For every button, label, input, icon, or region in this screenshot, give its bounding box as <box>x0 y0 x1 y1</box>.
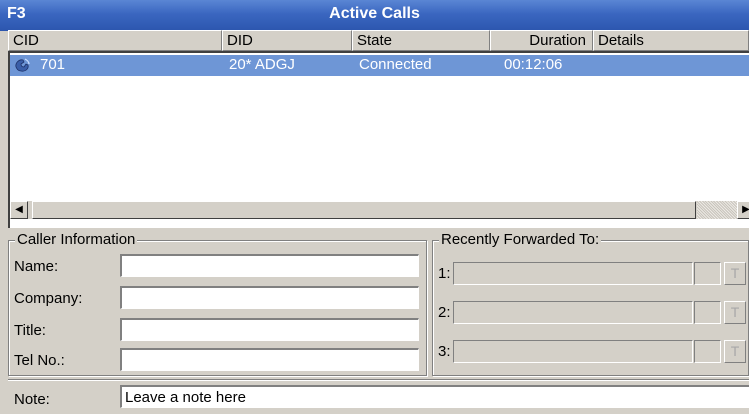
company-field[interactable] <box>120 286 419 309</box>
table-row[interactable]: 701 20* ADGJ Connected 00:12:06 <box>10 55 749 76</box>
cell-did: 20* ADGJ <box>229 56 295 73</box>
column-header-details[interactable]: Details <box>593 30 749 51</box>
column-header-did[interactable]: DID <box>222 30 352 51</box>
forward-slot-3-label: 3: <box>438 343 451 360</box>
divider <box>8 379 749 381</box>
arrow-right-icon[interactable]: ▶ <box>737 201 749 219</box>
forward-slot-1-button[interactable]: T <box>724 262 746 285</box>
recently-forwarded-legend: Recently Forwarded To: <box>439 231 602 249</box>
scroll-track[interactable] <box>697 201 737 219</box>
cell-cid: 701 <box>40 56 66 73</box>
scroll-thumb[interactable] <box>32 201 696 219</box>
name-field[interactable] <box>120 254 419 277</box>
note-label: Note: <box>14 391 50 408</box>
forward-slot-1-field <box>453 262 693 285</box>
phone-call-icon <box>15 58 30 72</box>
forward-slot-1-label: 1: <box>438 265 451 282</box>
caller-information-legend: Caller Information <box>15 231 138 249</box>
forward-slot-2-field <box>453 301 693 324</box>
tel-no-field[interactable] <box>120 348 419 371</box>
cell-duration: 00:12:06 <box>504 56 563 73</box>
forward-slot-3-field <box>453 340 693 363</box>
column-header-duration[interactable]: Duration <box>490 30 593 51</box>
forward-slot-2-extra <box>694 301 721 324</box>
column-header-state[interactable]: State <box>352 30 490 51</box>
forward-slot-3-button[interactable]: T <box>724 340 746 363</box>
company-label: Company: <box>14 290 83 307</box>
forward-slot-3-extra <box>694 340 721 363</box>
horizontal-scrollbar[interactable]: ◀ ▶ <box>10 200 749 219</box>
title-bar: F3 Active Calls <box>0 0 749 31</box>
arrow-left-icon[interactable]: ◀ <box>10 201 28 219</box>
column-header-cid[interactable]: CID <box>8 30 222 51</box>
forward-slot-2-button[interactable]: T <box>724 301 746 324</box>
title-label: Title: <box>14 322 46 339</box>
window-title: Active Calls <box>329 5 420 22</box>
tel-no-label: Tel No.: <box>14 352 65 369</box>
name-label: Name: <box>14 258 59 275</box>
forward-slot-2-label: 2: <box>438 304 451 321</box>
cell-state: Connected <box>359 56 432 73</box>
forward-slot-1-extra <box>694 262 721 285</box>
note-field[interactable] <box>120 385 749 408</box>
title-field[interactable] <box>120 318 419 341</box>
